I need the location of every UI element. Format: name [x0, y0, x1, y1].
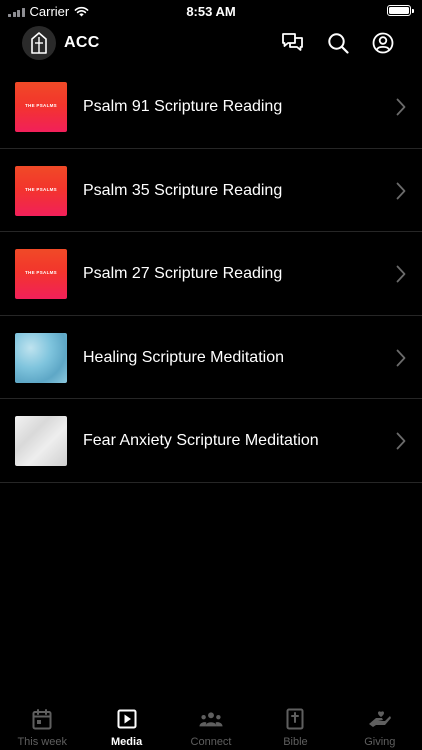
profile-icon[interactable] [371, 31, 395, 55]
media-thumbnail: THE PSALMS [15, 82, 67, 132]
group-icon [199, 708, 223, 730]
app-title: ACC [64, 34, 100, 51]
chat-icon[interactable] [281, 31, 305, 55]
media-title: Healing Scripture Meditation [83, 348, 284, 366]
thumbnail-text: THE PSALMS [24, 186, 57, 192]
media-thumbnail: THE PSALMS [15, 249, 67, 299]
thumbnail-text: THE PSALMS [24, 270, 57, 275]
tab-label: Bible [283, 736, 308, 748]
status-bar: Carrier 8:53 AM [0, 0, 422, 22]
media-list: THE PSALMS Psalm 91 Scripture Reading TH… [0, 65, 422, 483]
media-title: Psalm 27 Scripture Reading [83, 265, 283, 282]
media-thumbnail: THE PSALMS [15, 165, 67, 216]
media-title: Fear Anxiety Scripture Meditation [83, 432, 319, 449]
tab-label: Media [111, 736, 143, 748]
media-title: Psalm 35 Scripture Reading [83, 181, 283, 199]
tab-media[interactable]: Media [84, 700, 168, 750]
tab-this-week[interactable]: This week [0, 700, 84, 750]
media-thumbnail [15, 332, 67, 383]
media-item-psalm-91[interactable]: THE PSALMS Psalm 91 Scripture Reading [0, 65, 422, 149]
tab-label: Giving [364, 736, 396, 748]
chevron-right-icon [396, 265, 406, 283]
media-item-psalm-27[interactable]: THE PSALMS Psalm 27 Scripture Reading [0, 232, 422, 316]
church-logo-icon[interactable] [22, 26, 56, 60]
app-header: ACC [0, 24, 422, 64]
calendar-icon [30, 708, 54, 730]
chevron-right-icon [396, 349, 406, 366]
chevron-right-icon [396, 182, 406, 199]
bible-icon [283, 708, 307, 730]
battery-icon [387, 5, 414, 16]
tab-label: This week [17, 736, 67, 748]
tab-connect[interactable]: Connect [169, 700, 253, 750]
tab-bar: This week Media Connect Bible Giving [0, 700, 422, 750]
thumbnail-text: THE PSALMS [24, 103, 57, 108]
chevron-right-icon [396, 98, 406, 116]
tab-bible[interactable]: Bible [253, 700, 337, 750]
status-time: 8:53 AM [186, 4, 236, 19]
giving-hand-icon [368, 708, 392, 730]
media-item-psalm-35[interactable]: THE PSALMS Psalm 35 Scripture Reading [0, 149, 422, 232]
search-icon[interactable] [326, 31, 350, 55]
tab-label: Connect [190, 736, 232, 748]
media-thumbnail [15, 416, 67, 466]
media-title: Psalm 91 Scripture Reading [83, 98, 283, 115]
media-item-fear-anxiety-meditation[interactable]: Fear Anxiety Scripture Meditation [0, 399, 422, 483]
tab-giving[interactable]: Giving [338, 700, 422, 750]
chevron-right-icon [396, 432, 406, 450]
play-icon [115, 708, 139, 730]
media-item-healing-meditation[interactable]: Healing Scripture Meditation [0, 316, 422, 399]
